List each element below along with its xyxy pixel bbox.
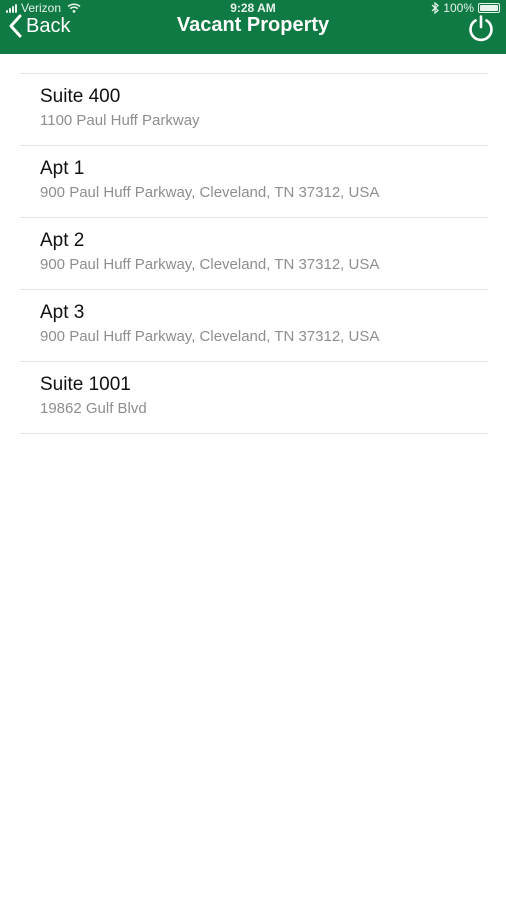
property-address: 19862 Gulf Blvd: [40, 400, 147, 417]
page-title: Vacant Property: [176, 14, 330, 36]
battery-icon: [478, 3, 500, 13]
header-bar: Verizon 9:28 AM 100% Back Vacant Propert…: [0, 0, 506, 54]
bluetooth-icon: [431, 2, 440, 14]
property-title: Suite 400: [40, 86, 121, 107]
property-title: Suite 1001: [40, 374, 131, 395]
screen: Verizon 9:28 AM 100% Back Vacant Propert…: [0, 0, 506, 900]
property-address: 1100 Paul Huff Parkway: [40, 112, 200, 129]
property-address: 900 Paul Huff Parkway, Cleveland, TN 373…: [40, 184, 380, 201]
property-list: Suite 400 1100 Paul Huff Parkway Apt 1 9…: [20, 73, 488, 434]
property-address: 900 Paul Huff Parkway, Cleveland, TN 373…: [40, 256, 380, 273]
property-address: 900 Paul Huff Parkway, Cleveland, TN 373…: [40, 328, 380, 345]
list-item[interactable]: Apt 1 900 Paul Huff Parkway, Cleveland, …: [20, 146, 488, 218]
power-icon[interactable]: [466, 13, 496, 43]
property-title: Apt 2: [40, 230, 85, 251]
status-time: 9:28 AM: [230, 1, 276, 15]
battery-fill: [480, 5, 498, 11]
list-item[interactable]: Suite 400 1100 Paul Huff Parkway: [20, 74, 488, 146]
property-title: Apt 3: [40, 302, 85, 323]
list-item[interactable]: Apt 2 900 Paul Huff Parkway, Cleveland, …: [20, 218, 488, 290]
list-item[interactable]: Apt 3 900 Paul Huff Parkway, Cleveland, …: [20, 290, 488, 362]
list-item[interactable]: Suite 1001 19862 Gulf Blvd: [20, 362, 488, 434]
property-title: Apt 1: [40, 158, 85, 179]
